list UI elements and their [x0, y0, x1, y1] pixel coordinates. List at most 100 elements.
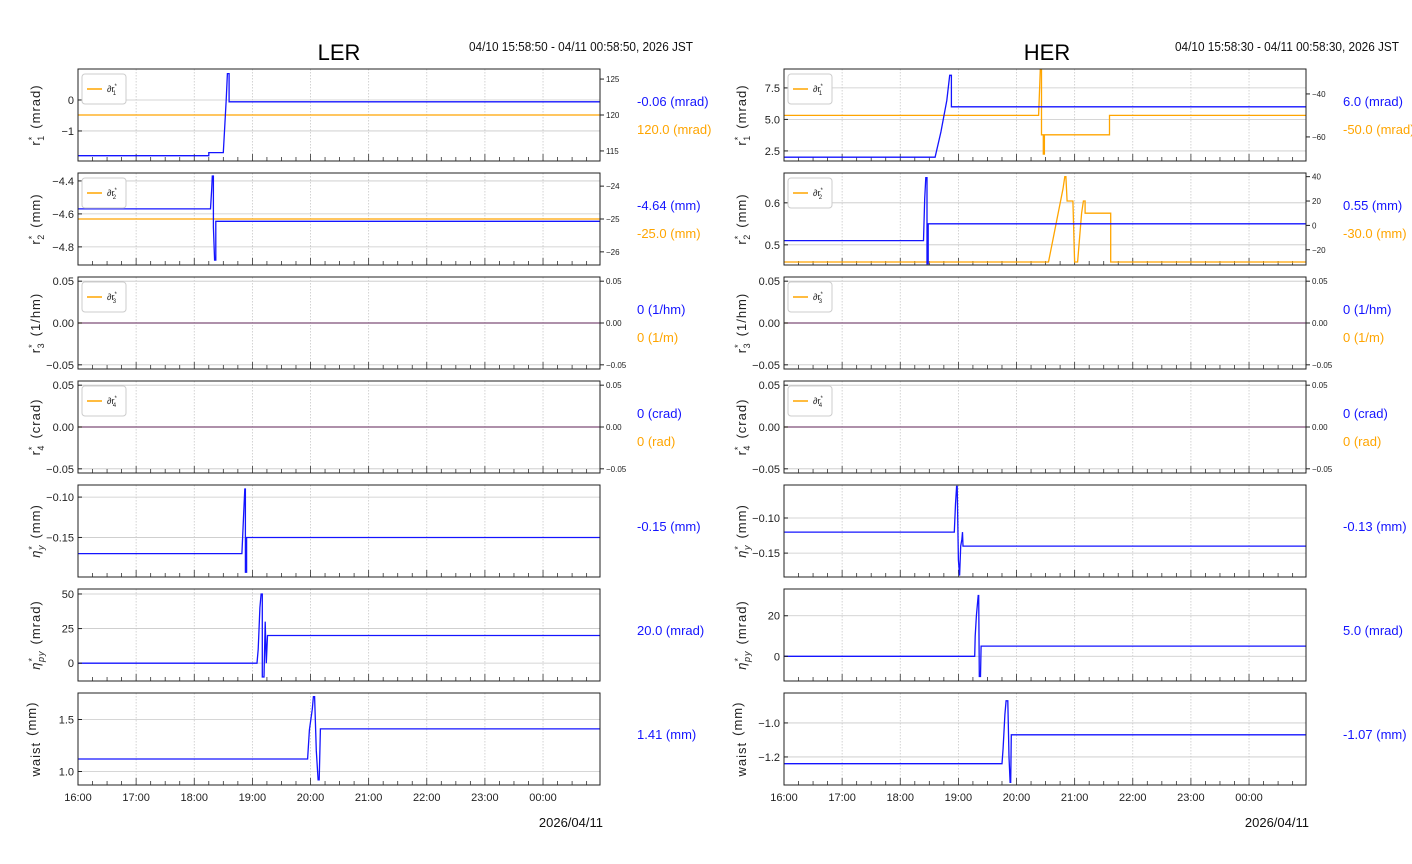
series-primary-line [784, 700, 1306, 784]
y-label-sub: 2 [742, 234, 752, 240]
y-tick-label: 7.5 [765, 83, 780, 95]
plot-frame [783, 484, 1307, 578]
panel: 0.050.00−0.050.050.00−0.05∂r* 4r*4(crad) 0… [733, 380, 1388, 476]
y-label-unit: (mrad) [28, 84, 43, 128]
panel: −0.10−0.15η*y(mm) -0.13 (mm) [733, 484, 1407, 578]
y-axis-label: r*3(1/hm) [27, 293, 46, 353]
legend: ∂r* 1 [81, 73, 127, 105]
series-primary-line [78, 695, 600, 781]
y2-tick-label: 0.00 [606, 319, 622, 328]
current-value-primary: 0 (crad) [1343, 406, 1388, 421]
y-tick-label: 0.00 [53, 422, 74, 434]
y-axis-label: r*3(1/hm) [733, 293, 752, 353]
y-tick-label: 2.5 [765, 146, 780, 158]
y-label-symbol: waist [734, 742, 749, 778]
y-label-unit: (crad) [734, 399, 749, 439]
y-tick-label: −4.4 [52, 176, 74, 188]
plot-frame [783, 692, 1307, 786]
x-tick-label: 16:00 [64, 792, 92, 804]
current-value-primary: -0.06 (mrad) [637, 94, 709, 109]
panel: 0.60.540200−20∂r* 2r*2(mm) 0.55 (mm)-30.0 … [733, 172, 1407, 266]
legend: ∂r* 1 [787, 73, 833, 105]
current-value-primary: 6.0 (mrad) [1343, 94, 1403, 109]
date-label: 2026/04/11 [1245, 815, 1309, 830]
y2-tick-label: −0.05 [606, 361, 627, 370]
y-label-unit: (mm) [28, 193, 43, 227]
y-axis-label: r*4(crad) [733, 399, 752, 456]
current-value-primary: 0.55 (mm) [1343, 198, 1402, 213]
y-tick-label: 1.5 [59, 715, 74, 727]
y-tick-label: 0.00 [759, 422, 780, 434]
y-tick-label: 1.0 [59, 766, 74, 778]
y-tick-label: 0 [68, 95, 74, 107]
series-primary-line [78, 593, 600, 678]
y2-tick-label: 20 [1312, 197, 1321, 206]
current-value-secondary: 120.0 (mrad) [637, 122, 711, 137]
y-axis-label: η*py(mrad) [27, 600, 46, 670]
y-axis-label: waist (mm) [24, 702, 43, 778]
y-tick-label: −0.05 [752, 360, 780, 372]
y2-tick-label: 0.05 [606, 277, 622, 286]
time-range: 04/10 15:58:30 - 04/11 00:58:30, 2026 JS… [1175, 39, 1399, 54]
current-value-secondary: -50.0 (mrad) [1343, 122, 1412, 137]
y-label-sub: 4 [36, 445, 46, 451]
y2-tick-label: 40 [1312, 173, 1321, 182]
y-tick-label: 50 [62, 589, 74, 601]
panel: −1.0 −1.2 waist (mm) -1.07 (mm) 16:00 17:00 18:… [730, 692, 1407, 804]
x-tick-label: 17:00 [828, 792, 856, 804]
y-tick-label: 0.00 [759, 318, 780, 330]
y-tick-label: 0 [68, 658, 74, 670]
panel: 0.050.00−0.050.050.00−0.05∂r* 3r*3(1/hm) 0… [733, 276, 1391, 372]
current-value-secondary: 0 (rad) [1343, 434, 1381, 449]
current-value-primary: 0 (1/hm) [637, 302, 685, 317]
x-tick-label: 19:00 [239, 792, 267, 804]
panel: 200η*py(mrad) 5.0 (mrad) [733, 588, 1403, 682]
time-range: 04/10 15:58:50 - 04/11 00:58:50, 2026 JS… [469, 39, 693, 54]
x-tick-label: 21:00 [1061, 792, 1089, 804]
y2-tick-label: −24 [606, 182, 620, 191]
y-label-unit: (1/hm) [28, 293, 43, 337]
series-primary-line [784, 176, 1306, 265]
y-axis-label: r*4(crad) [27, 399, 46, 456]
y-tick-label: 25 [62, 624, 74, 636]
y-axis-label: r*2(mm) [733, 193, 752, 244]
legend: ∂r* 4 [81, 385, 127, 417]
x-tick-label: 00:00 [529, 792, 557, 804]
y-tick-label: 0.6 [765, 198, 780, 210]
y-tick-label: −0.10 [752, 513, 780, 525]
panel: 7.55.02.5−40−60∂r* 1r*1(mrad) 6.0 (mrad)-5… [733, 68, 1412, 162]
y-label-sub: 1 [36, 135, 46, 141]
y2-tick-label: −60 [1312, 133, 1326, 142]
y-axis-label: r*2(mm) [27, 193, 46, 244]
x-tick-label: 17:00 [122, 792, 150, 804]
y-tick-label: 0.05 [759, 380, 780, 392]
y-tick-label: 0.05 [759, 276, 780, 288]
y-label-sub: 1 [742, 135, 752, 141]
series-primary-line [784, 485, 1306, 576]
current-value-primary: 5.0 (mrad) [1343, 623, 1403, 638]
y2-tick-label: 0.05 [1312, 277, 1328, 286]
y-label-symbol: waist [28, 742, 43, 778]
y-tick-label: 0.05 [53, 380, 74, 392]
y-label-sub: y [36, 545, 46, 552]
x-tick-label: 20:00 [297, 792, 325, 804]
y2-tick-label: 0.05 [606, 381, 622, 390]
date-label: 2026/04/11 [539, 815, 603, 830]
y-tick-label: 20 [768, 611, 780, 623]
y-label-unit: (crad) [28, 399, 43, 439]
y-label-unit: (1/hm) [734, 293, 749, 337]
x-tick-label: 18:00 [886, 792, 914, 804]
x-tick-label: 18:00 [180, 792, 208, 804]
y-tick-label: −1.2 [758, 752, 780, 764]
y-label-unit: (mm) [24, 702, 39, 736]
chart-title: HER [1024, 40, 1070, 65]
current-value-primary: 0 (1/hm) [1343, 302, 1391, 317]
current-value-primary: 0 (crad) [637, 406, 682, 421]
y-tick-label: −1 [61, 126, 74, 138]
y-label-sub: py [36, 651, 46, 664]
x-tick-label: 19:00 [945, 792, 973, 804]
y-label-sub: 2 [36, 234, 46, 240]
panel: 0.050.00−0.050.050.00−0.05∂r* 4r*4(crad) 0… [27, 380, 682, 476]
current-value-primary: -0.15 (mm) [637, 519, 701, 534]
y-label-sub: 3 [742, 342, 752, 348]
